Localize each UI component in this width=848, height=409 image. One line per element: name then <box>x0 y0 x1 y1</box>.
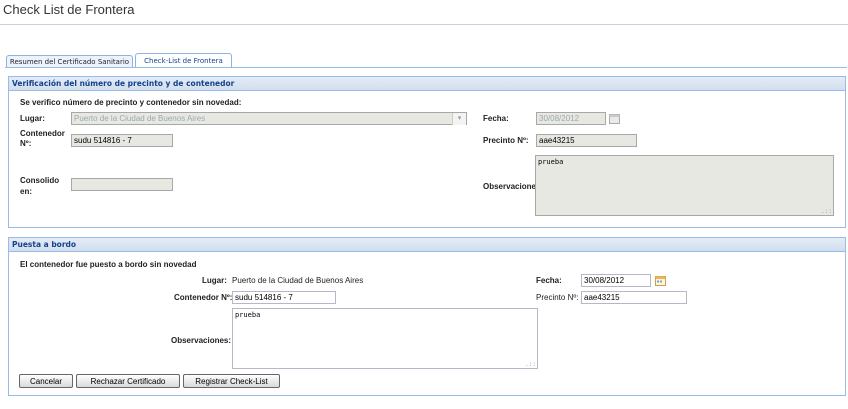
puesta-panel-header: Puesta a bordo <box>9 238 845 252</box>
resize-grip-icon[interactable]: .:: <box>821 209 832 215</box>
consolido-label-line1: Consolido <box>20 176 60 185</box>
verificacion-intro: Se verifico número de precinto y contene… <box>20 98 242 107</box>
title-divider <box>0 24 848 25</box>
puesta-observaciones-textarea[interactable]: prueba .:: <box>232 308 538 369</box>
puesta-a-bordo-panel: Puesta a bordo El contenedor fue puesto … <box>8 237 846 396</box>
precinto-label: Precinto Nº: <box>483 136 529 145</box>
precinto-field[interactable]: aae43215 <box>536 134 637 147</box>
puesta-contenedor-field[interactable]: sudu 514816 - 7 <box>232 291 336 304</box>
fecha-label: Fecha: <box>483 114 509 123</box>
cancel-button[interactable]: Cancelar <box>19 374 73 388</box>
verificacion-panel: Verificación del número de precinto y de… <box>8 76 846 228</box>
lugar-combo-value: Puerto de la Ciudad de Buenos Aires <box>74 114 206 123</box>
consolido-field[interactable] <box>71 178 173 191</box>
resize-grip-icon[interactable]: .:: <box>525 362 536 368</box>
verificacion-panel-header: Verificación del número de precinto y de… <box>9 77 845 91</box>
calendar-icon[interactable] <box>655 275 666 286</box>
tab-check-list-frontera[interactable]: Check-List de Frontera <box>135 53 232 68</box>
contenedor-label-line1: Contenedor <box>20 129 65 138</box>
reject-certificate-button[interactable]: Rechazar Certificado <box>76 374 180 388</box>
contenedor-label-line2: Nº: <box>20 139 32 148</box>
calendar-icon[interactable] <box>609 113 620 124</box>
page-title: Check List de Frontera <box>3 2 135 17</box>
register-check-list-button[interactable]: Registrar Check-List <box>183 374 280 388</box>
puesta-observaciones-label: Observaciones: <box>171 336 232 345</box>
observaciones-textarea[interactable]: prueba .:: <box>535 155 834 216</box>
puesta-lugar-label: Lugar: <box>202 276 227 285</box>
observaciones-text: prueba <box>538 158 564 166</box>
puesta-precinto-label: Precinto Nº: <box>536 293 579 302</box>
puesta-lugar-value: Puerto de la Ciudad de Buenos Aires <box>232 276 364 285</box>
fecha-field[interactable]: 30/08/2012 <box>536 112 606 125</box>
puesta-contenedor-label: Contenedor Nº: <box>174 293 233 302</box>
chevron-down-icon[interactable]: ▾ <box>452 113 466 125</box>
puesta-fecha-field[interactable]: 30/08/2012 <box>581 274 651 287</box>
puesta-intro: El contenedor fue puesto a bordo sin nov… <box>20 260 197 269</box>
puesta-observaciones-text: prueba <box>235 311 261 319</box>
tab-strip-line <box>5 67 847 68</box>
puesta-precinto-field[interactable]: aae43215 <box>581 291 687 304</box>
puesta-fecha-label: Fecha: <box>536 276 562 285</box>
lugar-combo[interactable]: Puerto de la Ciudad de Buenos Aires ▾ <box>71 112 467 125</box>
consolido-label-line2: en: <box>20 187 32 196</box>
lugar-label: Lugar: <box>20 114 45 123</box>
contenedor-field[interactable]: sudu 514816 - 7 <box>71 134 173 147</box>
